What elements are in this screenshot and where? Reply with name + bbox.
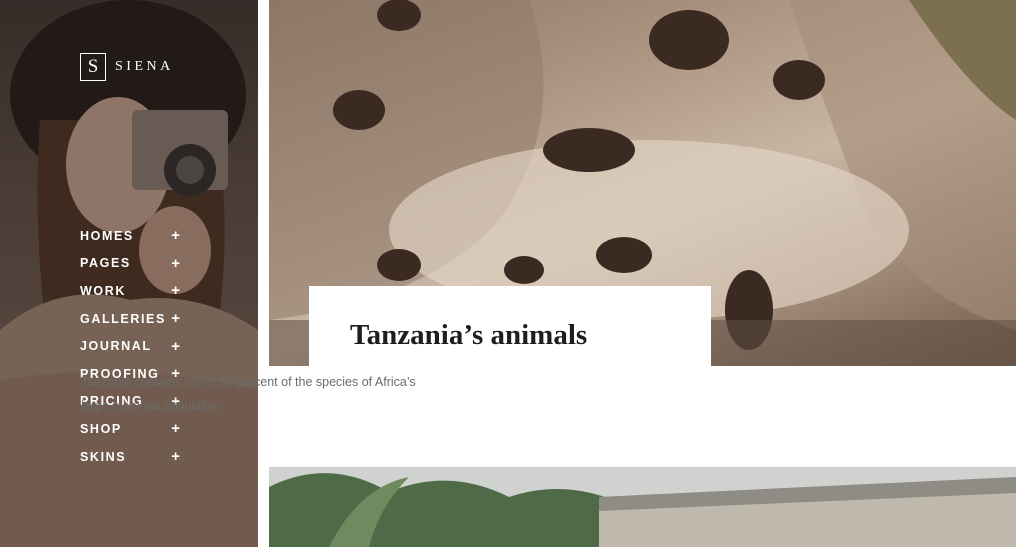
main-content: Tanzania’s animals	[269, 0, 1016, 547]
site-logo[interactable]: S SIENA	[80, 53, 174, 81]
plus-icon[interactable]: +	[171, 228, 180, 243]
plus-icon[interactable]: +	[171, 449, 180, 464]
nav-item-journal[interactable]: JOURNAL +	[80, 332, 180, 360]
nav-item-label: SHOP	[80, 421, 122, 436]
palm-trees-photo	[269, 467, 1016, 547]
plus-icon[interactable]: +	[171, 283, 180, 298]
plus-icon[interactable]: +	[171, 339, 180, 354]
nav-item-skins[interactable]: SKINS +	[80, 443, 180, 471]
nav-item-label: SKINS	[80, 449, 127, 464]
plus-icon[interactable]: +	[171, 256, 180, 271]
nav-item-label: WORK	[80, 283, 126, 298]
main-nav: HOMES + PAGES + WORK + GALLERIES + JOURN…	[80, 222, 180, 470]
nav-item-shop[interactable]: SHOP +	[80, 415, 180, 443]
nav-item-label: PAGES	[80, 256, 131, 271]
sidebar: S SIENA HOMES + PAGES + WORK + GALLERIES…	[0, 0, 258, 547]
nav-item-pages[interactable]: PAGES +	[80, 250, 180, 278]
nav-item-label: JOURNAL	[80, 339, 152, 354]
plus-icon[interactable]: +	[171, 311, 180, 326]
logo-text: SIENA	[115, 59, 174, 74]
logo-mark: S	[80, 53, 106, 81]
nav-item-label: GALLERIES	[80, 311, 166, 326]
nav-item-label: HOMES	[80, 228, 134, 243]
nav-item-work[interactable]: WORK +	[80, 277, 180, 305]
next-post-image[interactable]	[269, 467, 1016, 547]
nav-item-galleries[interactable]: GALLERIES +	[80, 305, 180, 333]
post-excerpt: Tanzania contains some 20 percent of the…	[81, 375, 416, 413]
nav-item-homes[interactable]: HOMES +	[80, 222, 180, 250]
post-title[interactable]: Tanzania’s animals	[350, 319, 587, 352]
plus-icon[interactable]: +	[171, 421, 180, 436]
